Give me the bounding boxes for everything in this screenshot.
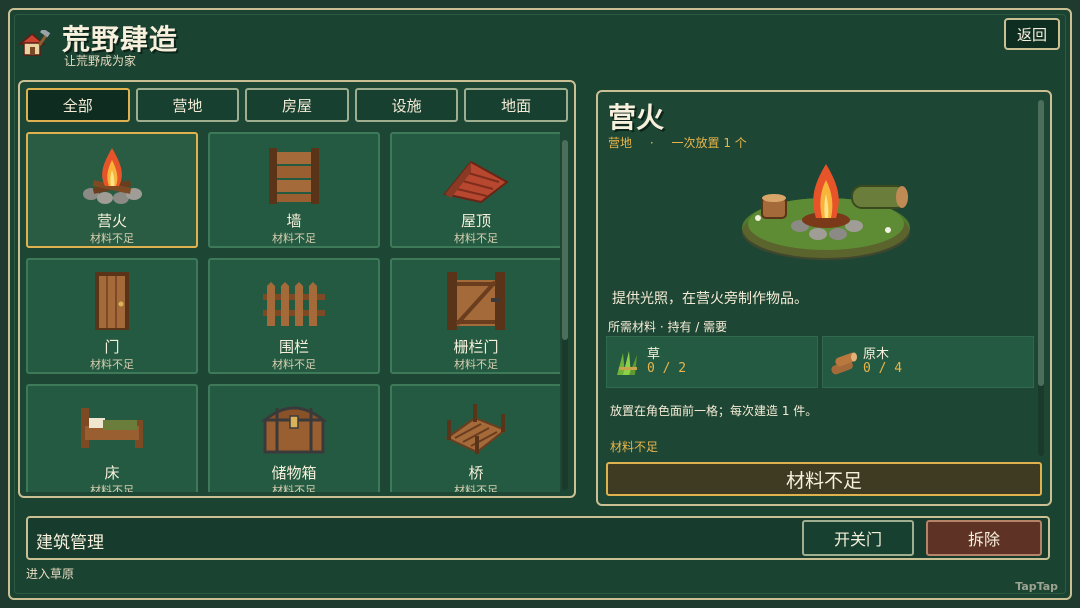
- tab-house[interactable]: 房屋: [245, 88, 349, 122]
- detail-category: 营地: [608, 136, 633, 150]
- item-grid-viewport: 营火 材料不足 墙 材料不足 屋顶 材料不足 门 材料不足 围栏 材料不足 栅栏…: [26, 132, 560, 492]
- item-grid: 营火 材料不足 墙 材料不足 屋顶 材料不足 门 材料不足 围栏 材料不足 栅栏…: [26, 132, 560, 492]
- item-status: 材料不足: [272, 232, 316, 245]
- tab-ground[interactable]: 地面: [464, 88, 568, 122]
- fence-gate-icon: [447, 272, 505, 330]
- catalog-scrollbar[interactable]: [562, 140, 568, 490]
- chest-icon: [260, 406, 328, 454]
- wall-icon: [269, 148, 319, 204]
- tab-facility[interactable]: 设施: [354, 88, 459, 122]
- item-card-fence-gate[interactable]: 栅栏门 材料不足: [390, 258, 560, 374]
- requirement-count: 0 / 2: [647, 361, 687, 376]
- tab-all[interactable]: 全部: [26, 88, 130, 122]
- item-name: 床: [104, 464, 120, 482]
- item-detail-panel: 营火 营地 · 一次放置 1 个 提供光照，在营火旁制作物品。 所需材料 · 持…: [596, 90, 1052, 506]
- requirement-name: 草: [647, 347, 661, 362]
- materials-warning: 材料不足: [610, 440, 659, 454]
- item-status: 材料不足: [454, 232, 498, 245]
- detail-scrollbar[interactable]: [1038, 100, 1044, 456]
- item-name: 储物箱: [271, 464, 317, 482]
- item-card-roof[interactable]: 屋顶 材料不足: [390, 132, 560, 248]
- campfire-preview-icon: [742, 164, 910, 260]
- item-name: 门: [104, 338, 120, 356]
- category-tabs: 全部 营地 房屋 设施 地面: [26, 88, 568, 122]
- item-card-campfire[interactable]: 营火 材料不足: [26, 132, 198, 248]
- item-card-bridge[interactable]: 桥 材料不足: [390, 384, 560, 492]
- item-status: 材料不足: [454, 484, 498, 492]
- grass-icon: [617, 351, 637, 375]
- requirement-log: 原木 0 / 4: [822, 336, 1034, 388]
- item-card-bed[interactable]: 床 材料不足: [26, 384, 198, 492]
- item-status: 材料不足: [272, 484, 316, 492]
- item-status: 材料不足: [272, 358, 316, 371]
- item-name: 围栏: [278, 338, 309, 356]
- header: 荒野肆造 让荒野成为家: [18, 18, 418, 68]
- fence-icon: [263, 282, 325, 326]
- log-icon: [831, 352, 857, 375]
- item-name: 墙: [286, 212, 302, 230]
- bridge-icon: [445, 404, 507, 454]
- build-button[interactable]: 材料不足: [606, 462, 1042, 496]
- requirement-grass: 草 0 / 2: [606, 336, 818, 388]
- detail-title: 营火: [608, 101, 665, 134]
- status-message: 进入草原: [26, 567, 75, 581]
- item-card-fence[interactable]: 围栏 材料不足: [208, 258, 380, 374]
- item-name: 营火: [96, 212, 127, 230]
- watermark: TapTap: [1015, 580, 1058, 593]
- requirement-count: 0 / 4: [863, 361, 903, 376]
- item-name: 屋顶: [460, 212, 491, 230]
- requirements-list: 草 0 / 2 原木 0 / 4: [606, 336, 1034, 388]
- item-status: 材料不足: [90, 232, 134, 245]
- campfire-icon: [83, 148, 142, 204]
- detail-placement: 一次放置 1 个: [671, 136, 747, 150]
- back-button[interactable]: 返回: [1004, 18, 1060, 50]
- detail-description: 提供光照，在营火旁制作物品。: [612, 291, 808, 307]
- item-status: 材料不足: [90, 358, 134, 371]
- item-status: 材料不足: [90, 484, 134, 492]
- demolish-button[interactable]: 拆除: [926, 520, 1042, 556]
- app-subtitle: 让荒野成为家: [64, 54, 137, 68]
- building-management-bar: 建筑管理 开关门 拆除: [26, 516, 1050, 560]
- management-label: 建筑管理: [36, 533, 104, 553]
- item-card-door[interactable]: 门 材料不足: [26, 258, 198, 374]
- meta-separator: ·: [649, 136, 654, 150]
- item-status: 材料不足: [454, 358, 498, 371]
- bed-icon: [81, 408, 143, 448]
- item-card-chest[interactable]: 储物箱 材料不足: [208, 384, 380, 492]
- door-icon: [95, 272, 129, 330]
- detail-meta: 营地 · 一次放置 1 个: [608, 134, 761, 151]
- roof-icon: [443, 160, 509, 204]
- requirements-header: 所需材料 · 持有 / 需要: [608, 320, 728, 334]
- item-name: 栅栏门: [453, 338, 499, 356]
- toggle-door-button[interactable]: 开关门: [802, 520, 914, 556]
- requirement-name: 原木: [863, 347, 890, 362]
- item-card-wall[interactable]: 墙 材料不足: [208, 132, 380, 248]
- placement-note: 放置在角色面前一格；每次建造 1 件。: [610, 404, 818, 418]
- house-hammer-icon: [18, 30, 51, 56]
- tab-camp[interactable]: 营地: [135, 88, 240, 122]
- item-name: 桥: [468, 464, 484, 482]
- build-catalog-panel: 全部 营地 房屋 设施 地面 营火 材料不足 墙 材料不足 屋顶 材料不足 门 …: [18, 80, 576, 498]
